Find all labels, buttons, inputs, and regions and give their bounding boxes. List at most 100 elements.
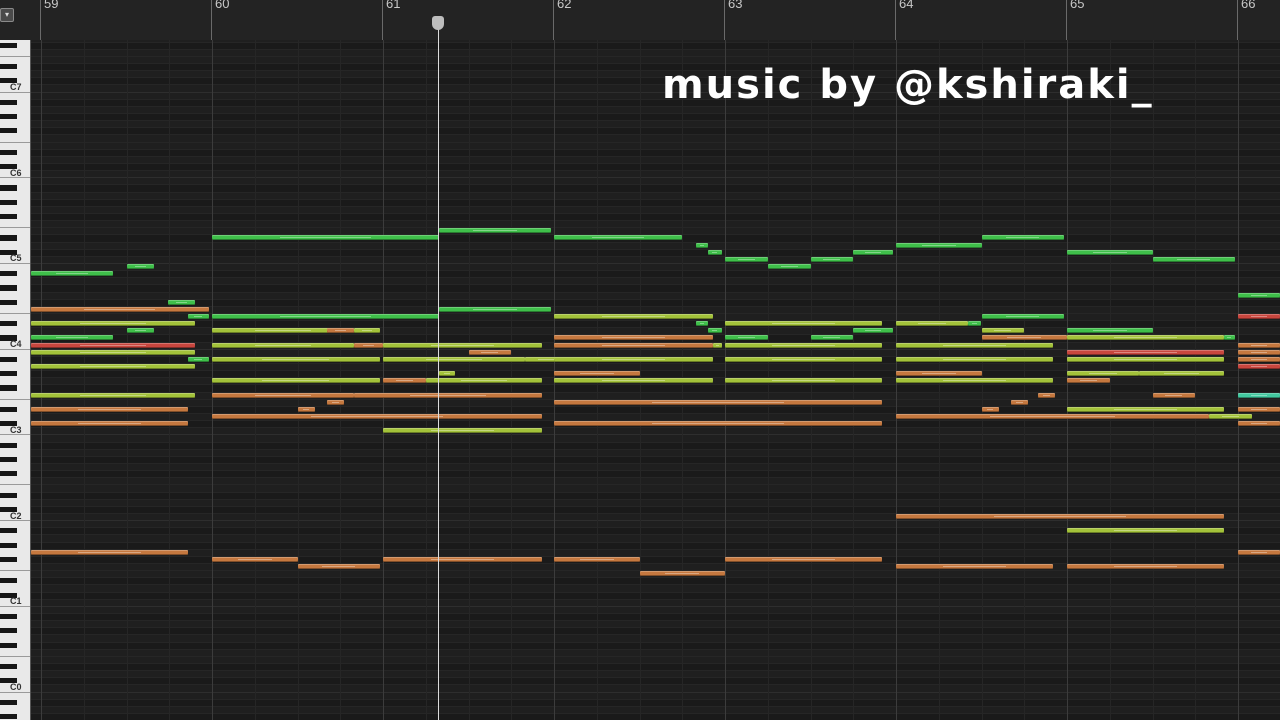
midi-note[interactable]: [896, 514, 1225, 520]
midi-note[interactable]: [554, 371, 640, 377]
black-key[interactable]: [0, 613, 17, 620]
midi-note[interactable]: [383, 356, 525, 362]
midi-note[interactable]: [1067, 528, 1225, 534]
midi-note[interactable]: [212, 342, 354, 348]
midi-note[interactable]: [1138, 371, 1225, 377]
midi-note[interactable]: [1067, 356, 1225, 362]
midi-note[interactable]: [212, 378, 380, 384]
midi-note[interactable]: [439, 306, 551, 312]
midi-note[interactable]: [1067, 249, 1153, 255]
midi-note[interactable]: [31, 321, 195, 327]
black-key[interactable]: [0, 663, 17, 670]
midi-note[interactable]: [981, 335, 1067, 341]
midi-note[interactable]: [167, 299, 195, 305]
midi-note[interactable]: [554, 421, 883, 427]
black-key[interactable]: [0, 385, 17, 391]
midi-note[interactable]: [1067, 564, 1225, 570]
midi-note[interactable]: [31, 342, 195, 348]
black-key[interactable]: [0, 63, 17, 70]
midi-note[interactable]: [1208, 414, 1252, 420]
midi-note[interactable]: [1067, 349, 1225, 355]
black-key[interactable]: [0, 42, 17, 48]
midi-note[interactable]: [1067, 371, 1139, 377]
midi-note[interactable]: [725, 335, 768, 341]
midi-note[interactable]: [810, 256, 854, 262]
midi-note[interactable]: [439, 228, 551, 234]
black-key[interactable]: [0, 113, 17, 120]
midi-note[interactable]: [31, 349, 195, 355]
midi-note[interactable]: [1067, 378, 1110, 384]
midi-note[interactable]: [31, 306, 209, 312]
midi-note[interactable]: [896, 414, 1209, 420]
midi-note[interactable]: [695, 321, 708, 327]
midi-note[interactable]: [981, 235, 1064, 241]
black-key[interactable]: [0, 99, 17, 105]
midi-note[interactable]: [383, 378, 426, 384]
midi-note[interactable]: [695, 242, 708, 248]
piano-roll-grid[interactable]: [31, 40, 1280, 720]
midi-note[interactable]: [468, 349, 512, 355]
black-key[interactable]: [0, 714, 17, 720]
midi-note[interactable]: [725, 378, 883, 384]
midi-note[interactable]: [1067, 406, 1225, 412]
midi-note[interactable]: [725, 321, 883, 327]
midi-note[interactable]: [1224, 335, 1235, 341]
midi-note[interactable]: [188, 314, 209, 320]
black-key[interactable]: [0, 271, 17, 277]
midi-note[interactable]: [554, 235, 683, 241]
midi-note[interactable]: [1238, 314, 1280, 320]
midi-note[interactable]: [31, 392, 195, 398]
midi-note[interactable]: [353, 392, 543, 398]
midi-note[interactable]: [126, 328, 154, 334]
chevron-down-icon[interactable]: ▾: [0, 8, 14, 22]
midi-note[interactable]: [31, 364, 195, 370]
midi-note[interactable]: [425, 378, 543, 384]
black-key[interactable]: [0, 285, 17, 291]
black-key[interactable]: [0, 185, 17, 191]
midi-note[interactable]: [31, 335, 113, 341]
midi-note[interactable]: [31, 549, 189, 555]
midi-note[interactable]: [1067, 328, 1153, 334]
midi-note[interactable]: [326, 399, 344, 405]
midi-note[interactable]: [1152, 392, 1196, 398]
midi-note[interactable]: [896, 321, 968, 327]
midi-note[interactable]: [896, 342, 1054, 348]
midi-note[interactable]: [439, 371, 455, 377]
midi-note[interactable]: [1067, 335, 1225, 341]
black-key[interactable]: [0, 542, 17, 548]
black-key[interactable]: [0, 699, 17, 705]
midi-note[interactable]: [981, 314, 1064, 320]
black-key[interactable]: [0, 528, 17, 534]
midi-note[interactable]: [326, 328, 354, 334]
midi-note[interactable]: [810, 335, 854, 341]
midi-note[interactable]: [353, 342, 383, 348]
midi-note[interactable]: [554, 342, 714, 348]
midi-note[interactable]: [725, 342, 883, 348]
midi-note[interactable]: [1238, 406, 1280, 412]
midi-note[interactable]: [554, 556, 640, 562]
midi-note[interactable]: [212, 314, 440, 320]
midi-note[interactable]: [896, 242, 982, 248]
midi-note[interactable]: [853, 249, 893, 255]
piano-keyboard[interactable]: C7 C6 C5 C4 C3 C2 C1 C0: [0, 40, 31, 720]
black-key[interactable]: [0, 492, 17, 498]
midi-note[interactable]: [212, 392, 354, 398]
black-key[interactable]: [0, 406, 17, 412]
midi-note[interactable]: [31, 406, 189, 412]
black-key[interactable]: [0, 235, 17, 241]
midi-note[interactable]: [353, 328, 380, 334]
midi-note[interactable]: [126, 264, 154, 270]
midi-note[interactable]: [853, 328, 893, 334]
midi-note[interactable]: [31, 271, 113, 277]
midi-note[interactable]: [767, 264, 811, 270]
black-key[interactable]: [0, 642, 17, 648]
midi-note[interactable]: [297, 406, 315, 412]
midi-note[interactable]: [1037, 392, 1056, 398]
midi-note[interactable]: [1010, 399, 1028, 405]
midi-note[interactable]: [1238, 349, 1280, 355]
midi-note[interactable]: [725, 356, 883, 362]
black-key[interactable]: [0, 356, 17, 362]
midi-note[interactable]: [1238, 421, 1280, 427]
midi-note[interactable]: [383, 556, 543, 562]
midi-note[interactable]: [967, 321, 982, 327]
